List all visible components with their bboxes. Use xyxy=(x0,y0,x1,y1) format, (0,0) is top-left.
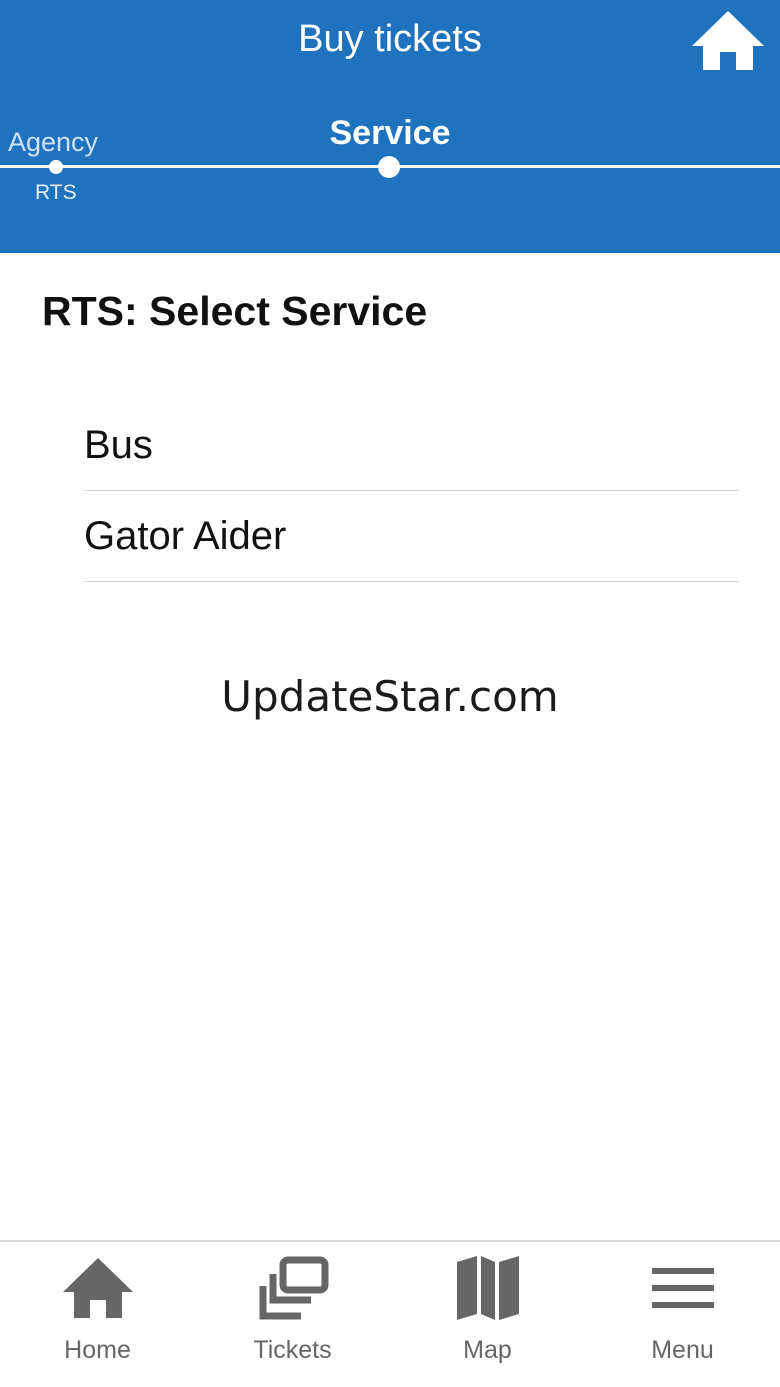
home-icon xyxy=(62,1258,133,1318)
service-list: Bus Gator Aider xyxy=(84,400,739,582)
service-item-gator-aider[interactable]: Gator Aider xyxy=(84,491,739,582)
step-service-dot xyxy=(378,156,400,178)
tab-home[interactable]: Home xyxy=(0,1242,195,1387)
map-icon xyxy=(456,1256,519,1320)
tickets-icon xyxy=(259,1256,328,1320)
menu-icon xyxy=(651,1268,714,1308)
tab-map-label: Map xyxy=(463,1336,512,1364)
tab-map[interactable]: Map xyxy=(390,1242,585,1387)
bottom-tab-bar: Home Tickets Map Menu xyxy=(0,1240,780,1387)
page-title: RTS: Select Service xyxy=(42,288,428,334)
home-button[interactable] xyxy=(690,8,766,74)
step-service-label: Service xyxy=(329,114,451,152)
service-item-bus[interactable]: Bus xyxy=(84,400,739,491)
page-header-title: Buy tickets xyxy=(298,18,482,60)
tab-tickets-label: Tickets xyxy=(253,1336,332,1364)
tab-menu-label: Menu xyxy=(651,1336,714,1364)
step-agency-value: RTS xyxy=(35,181,77,204)
watermark-text: UpdateStar.com xyxy=(221,672,559,721)
app-header: Buy tickets Agency RTS Service xyxy=(0,0,780,253)
tab-tickets[interactable]: Tickets xyxy=(195,1242,390,1387)
tab-menu[interactable]: Menu xyxy=(585,1242,780,1387)
home-icon xyxy=(692,11,764,70)
step-agency-dot[interactable] xyxy=(49,160,63,174)
tab-home-label: Home xyxy=(64,1336,131,1364)
